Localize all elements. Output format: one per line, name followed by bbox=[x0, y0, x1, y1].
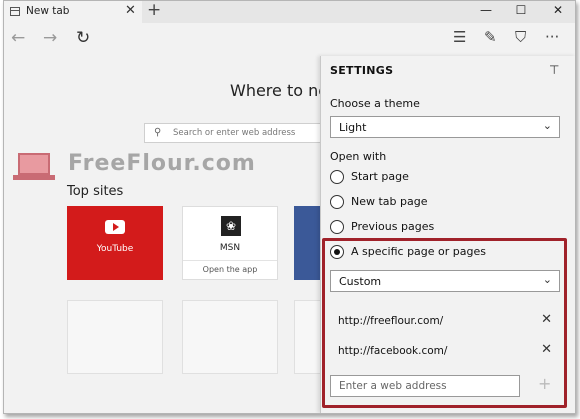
divider bbox=[183, 260, 277, 261]
top-sites-label: Top sites bbox=[67, 184, 124, 199]
more-icon[interactable]: ··· bbox=[545, 28, 559, 46]
radio-label: Start page bbox=[351, 170, 409, 183]
maximize-button[interactable]: ☐ bbox=[511, 3, 531, 17]
pin-icon[interactable]: ⊤ bbox=[549, 63, 559, 77]
new-tab-button[interactable]: + bbox=[147, 1, 161, 20]
radio-button[interactable] bbox=[330, 170, 344, 184]
empty-tile[interactable] bbox=[182, 300, 278, 374]
tab-new-tab[interactable]: New tab ✕ bbox=[4, 1, 142, 23]
forward-arrow-icon[interactable]: → bbox=[43, 28, 57, 48]
theme-value: Light bbox=[339, 121, 367, 134]
search-placeholder: Search or enter web address bbox=[173, 128, 296, 138]
youtube-logo-icon bbox=[105, 220, 125, 234]
hub-icon[interactable]: ☰ bbox=[453, 28, 466, 46]
search-input[interactable]: ⚲ Search or enter web address bbox=[144, 123, 334, 143]
open-app-link[interactable]: Open the app bbox=[183, 265, 277, 274]
tile-label: YouTube bbox=[96, 244, 134, 254]
empty-tile[interactable] bbox=[67, 300, 163, 374]
watermark-text: FreeFlour.com bbox=[68, 151, 256, 176]
share-icon[interactable]: ⛉ bbox=[515, 28, 526, 46]
settings-title: SETTINGS bbox=[330, 64, 394, 77]
back-arrow-icon[interactable]: ← bbox=[11, 28, 25, 48]
close-tab-icon[interactable]: ✕ bbox=[125, 3, 136, 18]
radio-button[interactable] bbox=[330, 195, 344, 209]
tile-youtube[interactable]: YouTube bbox=[67, 206, 163, 280]
search-icon: ⚲ bbox=[154, 127, 162, 138]
laptop-icon bbox=[13, 153, 55, 180]
web-note-icon[interactable]: ✎ bbox=[484, 28, 497, 46]
radio-label: New tab page bbox=[351, 195, 428, 208]
tab-title: New tab bbox=[26, 5, 70, 17]
radio-button[interactable] bbox=[330, 220, 344, 234]
minimize-button[interactable]: — bbox=[476, 3, 496, 17]
title-bar: New tab ✕ + — ☐ ✕ bbox=[4, 1, 575, 23]
tab-page-icon bbox=[10, 7, 20, 16]
theme-label: Choose a theme bbox=[330, 97, 420, 110]
empty-tile[interactable] bbox=[294, 300, 322, 374]
radio-label: Previous pages bbox=[351, 220, 435, 233]
tile-facebook[interactable] bbox=[294, 206, 322, 280]
tile-label: MSN bbox=[219, 243, 241, 253]
browser-window: New tab ✕ + — ☐ ✕ ← → ↻ ☰ ✎ ⛉ ··· Where … bbox=[3, 0, 576, 414]
tile-msn[interactable]: ❀ MSN Open the app bbox=[182, 206, 278, 280]
msn-logo-icon: ❀ bbox=[221, 216, 241, 236]
refresh-icon[interactable]: ↻ bbox=[76, 28, 90, 48]
highlight-box bbox=[322, 238, 567, 408]
navigation-bar: ← → ↻ ☰ ✎ ⛉ ··· bbox=[4, 23, 575, 57]
theme-select[interactable]: Light ⌄ bbox=[330, 116, 560, 138]
chevron-down-icon: ⌄ bbox=[542, 119, 552, 132]
close-window-button[interactable]: ✕ bbox=[548, 3, 568, 17]
open-with-label: Open with bbox=[330, 150, 387, 163]
